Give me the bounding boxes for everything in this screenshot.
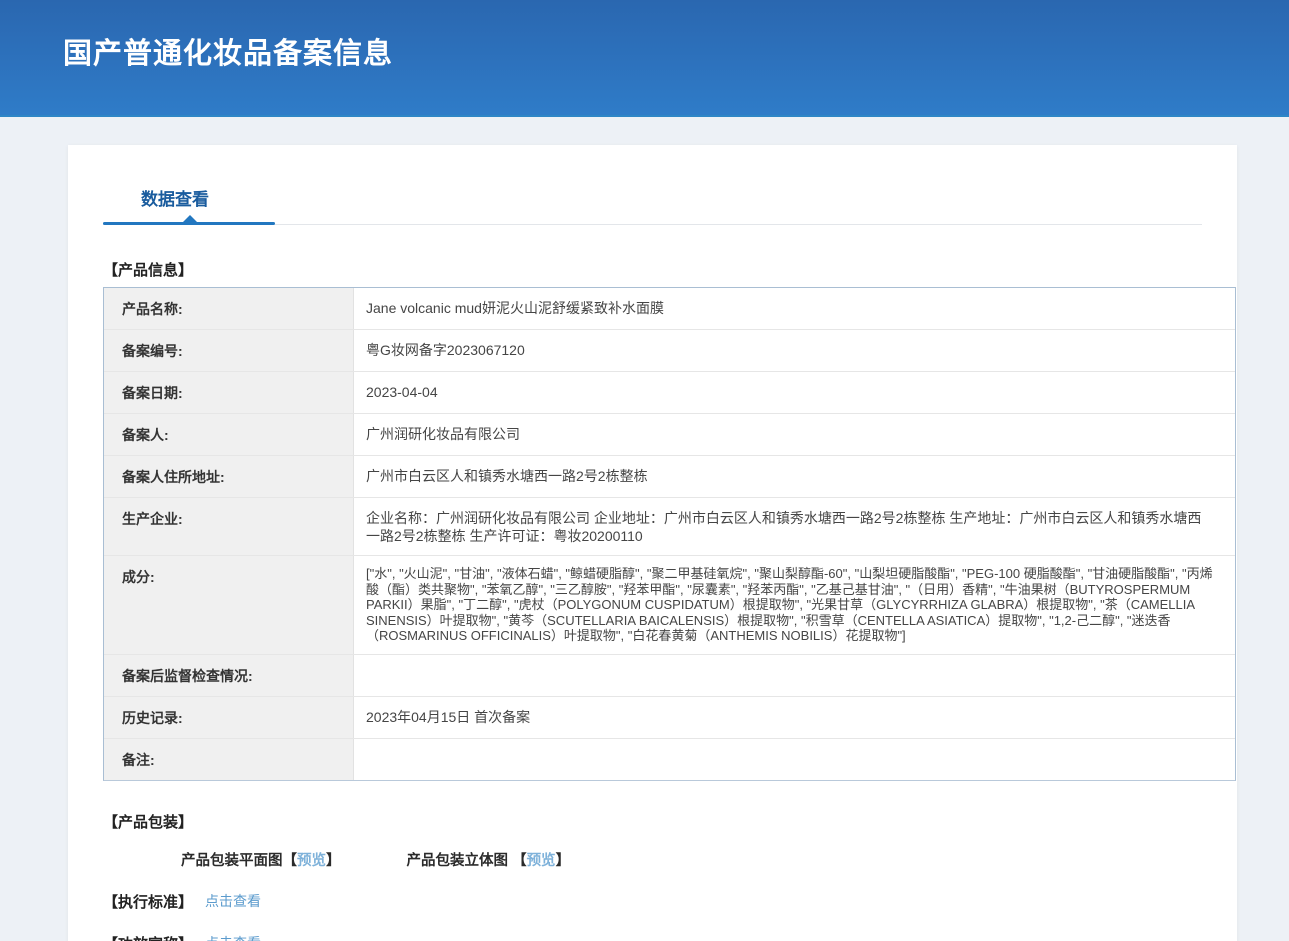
page-body: 数据查看 【产品信息】 产品名称: Jane volcanic mud妍泥火山泥… [0, 117, 1289, 941]
page-header-banner: 国产普通化妆品备案信息 [0, 0, 1289, 117]
row-value: 2023年04月15日 首次备案 [354, 697, 1235, 738]
row-value: 粤G妆网备字2023067120 [354, 330, 1235, 371]
row-label: 成分: [104, 556, 354, 654]
row-label: 备案编号: [104, 330, 354, 371]
tab-caret-icon [182, 215, 198, 223]
content-card: 数据查看 【产品信息】 产品名称: Jane volcanic mud妍泥火山泥… [68, 145, 1237, 941]
row-label: 备案人: [104, 414, 354, 455]
row-value: Jane volcanic mud妍泥火山泥舒缓紧致补水面膜 [354, 288, 1235, 329]
packaging-links-row: 产品包装平面图【预览】 产品包装立体图 【预览】 [181, 849, 1202, 870]
tab-bar: 数据查看 [103, 145, 1202, 225]
standard-click-view-link[interactable]: 点击查看 [205, 891, 261, 911]
row-label: 备注: [104, 739, 354, 780]
bracket-close: 】 [326, 853, 341, 869]
row-label: 备案人住所地址: [104, 456, 354, 497]
standard-row: 【执行标准】 点击查看 [103, 891, 1202, 912]
table-row-manufacturer: 生产企业: 企业名称：广州润研化妆品有限公司 企业地址：广州市白云区人和镇秀水塘… [104, 498, 1235, 556]
packaging-flat-item: 产品包装平面图【预览】 [181, 849, 341, 870]
row-label: 备案日期: [104, 372, 354, 413]
row-value: 2023-04-04 [354, 372, 1235, 413]
tab-divider [103, 224, 1202, 225]
row-label: 生产企业: [104, 498, 354, 555]
section-product-info-heading: 【产品信息】 [103, 259, 1202, 280]
tab-data-view[interactable]: 数据查看 [141, 185, 209, 224]
row-value [354, 655, 1235, 696]
row-value: 广州润研化妆品有限公司 [354, 414, 1235, 455]
table-row-history: 历史记录: 2023年04月15日 首次备案 [104, 697, 1235, 739]
row-value: 企业名称：广州润研化妆品有限公司 企业地址：广州市白云区人和镇秀水塘西一路2号2… [354, 498, 1235, 555]
efficacy-row: 【功效宣称】 点击查看 [103, 933, 1202, 941]
row-value [354, 739, 1235, 780]
packaging-stereo-item: 产品包装立体图 【预览】 [407, 849, 571, 870]
row-value: ["水", "火山泥", "甘油", "液体石蜡", "鲸蜡硬脂醇", "聚二甲… [354, 556, 1235, 654]
table-row-registration-date: 备案日期: 2023-04-04 [104, 372, 1235, 414]
bracket-close: 】 [556, 853, 571, 869]
bracket-open: 【 [283, 853, 298, 869]
table-row-remarks: 备注: [104, 739, 1235, 780]
bracket-open: 【 [512, 853, 527, 869]
table-row-product-name: 产品名称: Jane volcanic mud妍泥火山泥舒缓紧致补水面膜 [104, 288, 1235, 330]
section-efficacy-heading: 【功效宣称】 [103, 933, 193, 941]
table-row-registrant-address: 备案人住所地址: 广州市白云区人和镇秀水塘西一路2号2栋整栋 [104, 456, 1235, 498]
row-value: 广州市白云区人和镇秀水塘西一路2号2栋整栋 [354, 456, 1235, 497]
table-row-supervision-check: 备案后监督检查情况: [104, 655, 1235, 697]
efficacy-click-view-link[interactable]: 点击查看 [205, 933, 261, 941]
row-label: 备案后监督检查情况: [104, 655, 354, 696]
table-row-registrant: 备案人: 广州润研化妆品有限公司 [104, 414, 1235, 456]
row-label: 历史记录: [104, 697, 354, 738]
page-title: 国产普通化妆品备案信息 [0, 30, 393, 72]
packaging-stereo-preview-link[interactable]: 预览 [527, 853, 556, 869]
packaging-flat-label: 产品包装平面图 [181, 853, 283, 869]
packaging-flat-preview-link[interactable]: 预览 [297, 853, 326, 869]
table-row-registration-number: 备案编号: 粤G妆网备字2023067120 [104, 330, 1235, 372]
table-row-ingredients: 成分: ["水", "火山泥", "甘油", "液体石蜡", "鲸蜡硬脂醇", … [104, 556, 1235, 655]
row-label: 产品名称: [104, 288, 354, 329]
product-info-table: 产品名称: Jane volcanic mud妍泥火山泥舒缓紧致补水面膜 备案编… [103, 287, 1236, 781]
section-standard-heading: 【执行标准】 [103, 891, 193, 912]
packaging-stereo-label: 产品包装立体图 [407, 853, 509, 869]
section-packaging-heading: 【产品包装】 [103, 811, 1202, 832]
